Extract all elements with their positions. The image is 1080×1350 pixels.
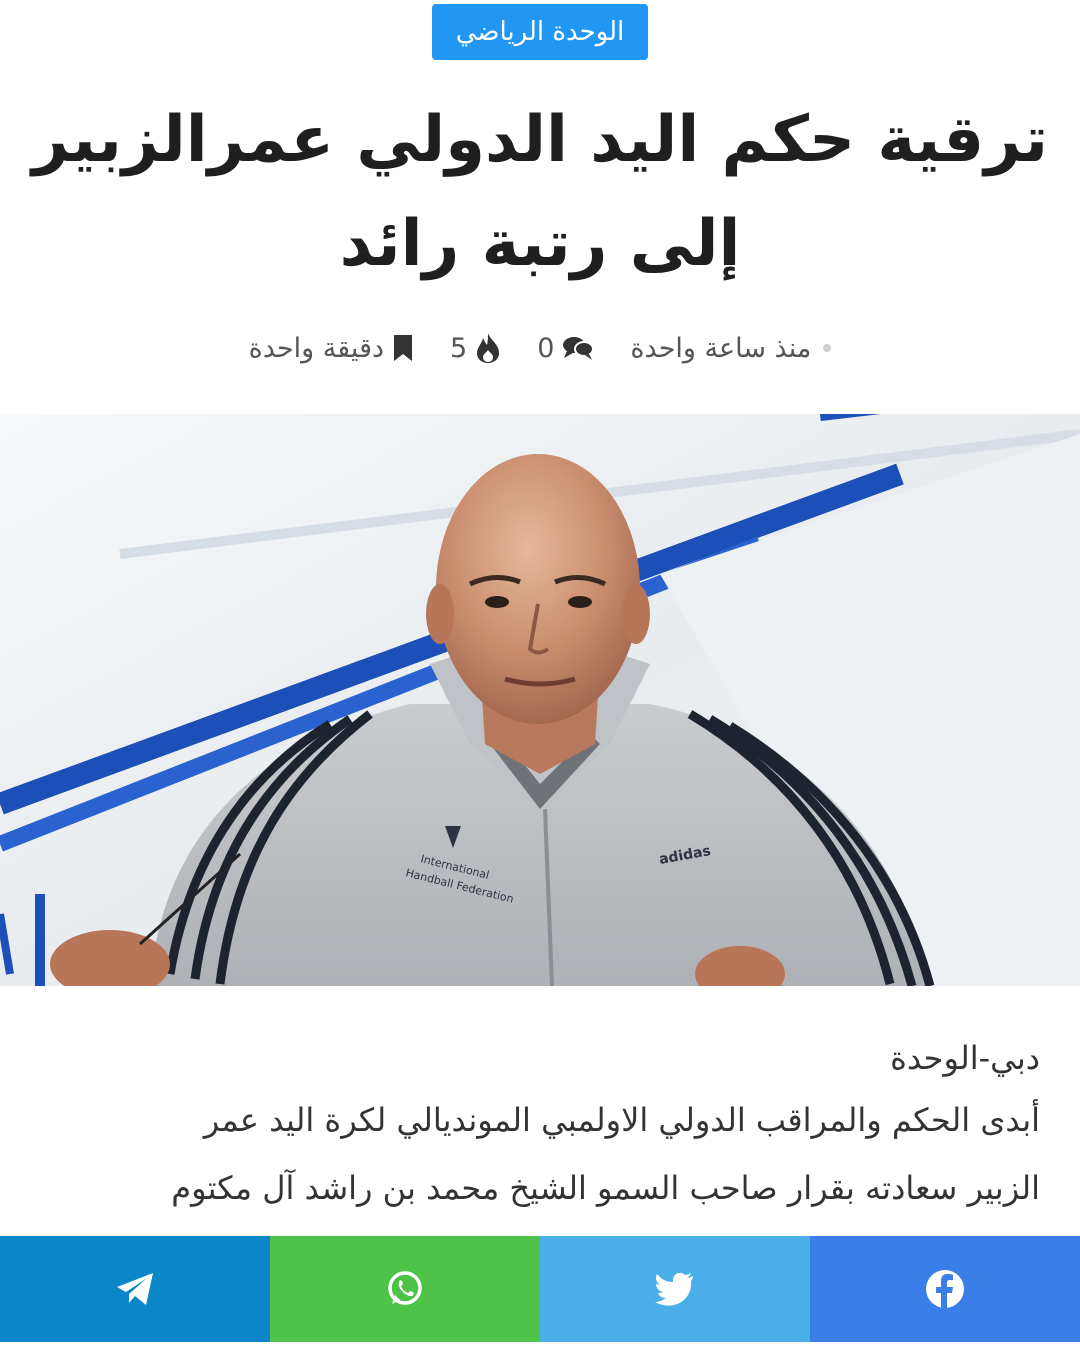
comments-icon (563, 337, 595, 360)
published-text: منذ ساعة واحدة (630, 332, 812, 364)
share-facebook-button[interactable] (810, 1236, 1080, 1342)
bookmark-icon (394, 335, 413, 361)
share-whatsapp-button[interactable] (270, 1236, 540, 1342)
meta-published: منذ ساعة واحدة (630, 332, 832, 364)
share-telegram-button[interactable] (0, 1236, 270, 1342)
read-time-text: دقيقة واحدة (248, 332, 385, 364)
article-body: دبي-الوحدة أبدى الحكم والمراقب الدولي ال… (40, 1030, 1040, 1216)
telegram-icon (117, 1273, 153, 1305)
flame-icon (477, 333, 500, 363)
meta-read-time: دقيقة واحدة (249, 333, 414, 364)
share-bar (0, 1236, 1080, 1342)
article-title-line-2: إلى رتبة رائد (339, 207, 741, 281)
whatsapp-icon (388, 1271, 422, 1305)
comments-count: 0 (537, 332, 555, 364)
facebook-icon (926, 1270, 964, 1308)
article-meta: منذ ساعة واحدة 0 5 دقيقة واحدة (0, 320, 1080, 376)
category-badge[interactable]: الوحدة الرياضي (432, 4, 648, 60)
article-dateline: دبي-الوحدة (890, 1039, 1040, 1077)
article-title: ترقية حكم اليد الدولي عمرالزبير إلى رتبة… (30, 88, 1050, 296)
views-count: 5 (450, 332, 468, 364)
meta-comments[interactable]: 0 (537, 332, 595, 364)
referee-portrait-illustration: International Handball Federation adidas (0, 414, 1080, 986)
article-paragraph-line-1: أبدى الحكم والمراقب الدولي الاولمبي المو… (203, 1101, 1040, 1139)
dot-icon (823, 344, 832, 352)
featured-image: International Handball Federation adidas (0, 414, 1080, 986)
share-twitter-button[interactable] (540, 1236, 810, 1342)
meta-views: 5 (450, 332, 501, 364)
article-title-line-1: ترقية حكم اليد الدولي عمرالزبير (31, 103, 1049, 177)
twitter-icon (655, 1272, 693, 1306)
article-paragraph-line-2: الزبير سعادته بقرار صاحب السمو الشيخ محم… (171, 1169, 1040, 1207)
